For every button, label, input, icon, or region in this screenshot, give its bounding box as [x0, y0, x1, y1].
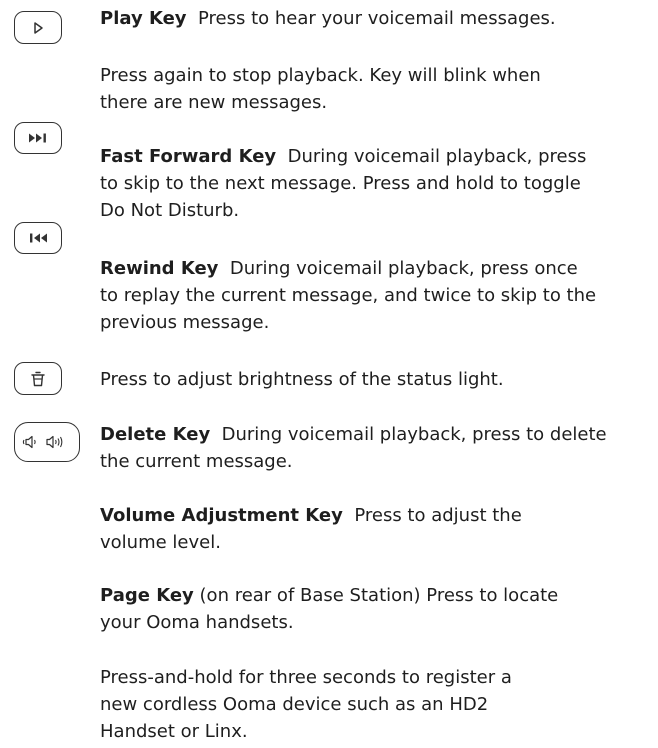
page-line-1: (on rear of Base Station) Press to locat…: [199, 585, 559, 606]
fast-forward-key-label: Fast Forward Key: [100, 146, 277, 167]
fast-forward-line-3: Do Not Disturb.: [100, 200, 240, 221]
fast-forward-key-icon-button: [14, 122, 62, 154]
fast-forward-icon: [29, 133, 46, 143]
page-line-2: your Ooma handsets.: [100, 612, 294, 633]
rewind-line-1: During voicemail playback, press once: [229, 258, 578, 279]
register-line-1: Press-and-hold for three seconds to regi…: [100, 667, 512, 688]
delete-key-description: Delete Key During voicemail playback, pr…: [100, 421, 607, 475]
delete-line-2: the current message.: [100, 451, 293, 472]
volume-line-1: Press to adjust the: [354, 505, 522, 526]
play-icon: [34, 21, 43, 34]
play-key-icon-button: [14, 11, 62, 44]
page-key-label: Page Key: [100, 585, 194, 606]
delete-key-label: Delete Key: [100, 424, 211, 445]
play-stop-line-1: Press again to stop playback. Key will b…: [100, 65, 541, 86]
play-key-text-line: Press to hear your voicemail messages.: [197, 8, 556, 29]
brightness-description: Press to adjust brightness of the status…: [100, 366, 504, 393]
volume-key-label: Volume Adjustment Key: [100, 505, 343, 526]
volume-icon: [22, 435, 63, 449]
page-key-description: Page Key (on rear of Base Station) Press…: [100, 582, 558, 636]
rewind-line-2: to replay the current message, and twice…: [100, 285, 597, 306]
rewind-key-icon-button: [14, 222, 62, 254]
volume-key-icon-button: [14, 422, 80, 462]
fast-forward-line-1: During voicemail playback, press: [287, 146, 587, 167]
play-stop-line-2: there are new messages.: [100, 92, 328, 113]
play-key-description: Play Key Press to hear your voicemail me…: [100, 5, 556, 32]
delete-key-icon-button: [14, 362, 62, 395]
volume-key-description: Volume Adjustment Key Press to adjust th…: [100, 502, 522, 556]
rewind-key-description: Rewind Key During voicemail playback, pr…: [100, 255, 596, 336]
rewind-icon: [30, 233, 47, 243]
rewind-key-label: Rewind Key: [100, 258, 219, 279]
delete-line-1: During voicemail playback, press to dele…: [221, 424, 607, 445]
fast-forward-key-description: Fast Forward Key During voicemail playba…: [100, 143, 586, 224]
brightness-line-1: Press to adjust brightness of the status…: [100, 369, 504, 390]
register-line-2: new cordless Ooma device such as an HD2: [100, 694, 489, 715]
play-key-label: Play Key: [100, 8, 187, 29]
trash-icon: [31, 371, 45, 386]
register-description: Press-and-hold for three seconds to regi…: [100, 664, 512, 745]
fast-forward-line-2: to skip to the next message. Press and h…: [100, 173, 581, 194]
volume-line-2: volume level.: [100, 532, 221, 553]
play-stop-description: Press again to stop playback. Key will b…: [100, 62, 541, 116]
rewind-line-3: previous message.: [100, 312, 270, 333]
register-line-3: Handset or Linx.: [100, 721, 248, 742]
